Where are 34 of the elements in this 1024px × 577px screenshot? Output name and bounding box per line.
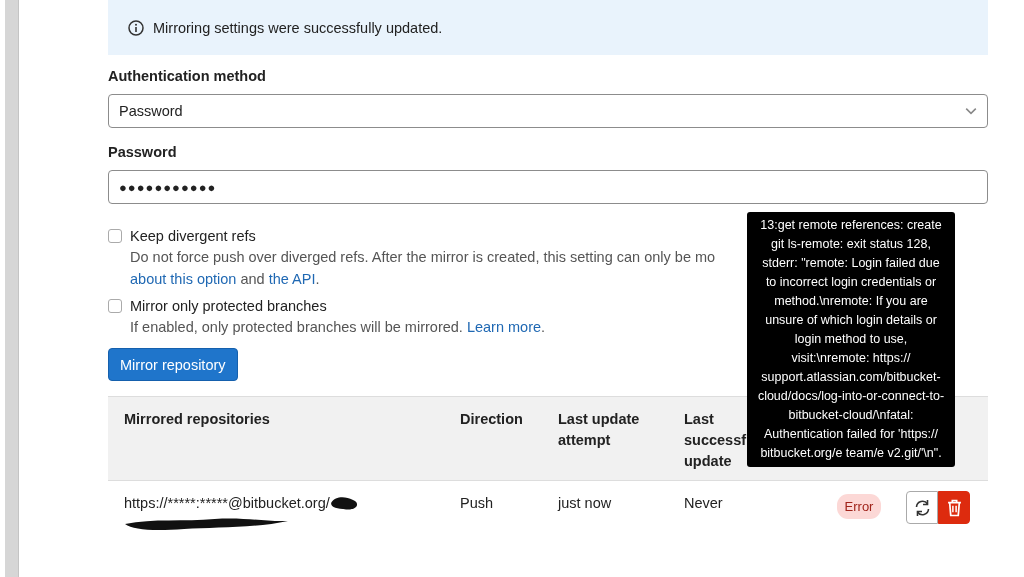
checkbox-label: Mirror only protected branches — [130, 297, 328, 316]
mirror-repository-button[interactable]: Mirror repository — [108, 348, 238, 381]
redaction-mark — [329, 495, 360, 512]
checkbox-label: Keep divergent refs — [130, 227, 257, 246]
chevron-down-icon — [965, 105, 977, 117]
link[interactable]: Learn more — [466, 319, 542, 335]
field-label: Authentication method — [108, 68, 267, 84]
field-label: Password — [108, 144, 178, 160]
sync-button[interactable] — [906, 491, 938, 524]
error-badge: Error — [836, 494, 882, 519]
link[interactable]: the API — [268, 271, 316, 287]
help-text: Do not force push over diverged refs. After the mirror is created, this setting can only be mo about this option and the API. — [130, 248, 716, 289]
trash-icon — [946, 498, 962, 517]
column-heading: Last — [684, 410, 714, 429]
table-cell-text: just now — [558, 494, 613, 513]
checkbox[interactable] — [108, 229, 122, 243]
column-heading: Direction — [460, 411, 523, 427]
table-cell-text: Push — [460, 494, 495, 513]
table-cell-text: Never — [684, 494, 724, 513]
error-tooltip: 13:get remote references: create git ls-remote: exit status 128, stderr: "remote: Login failed due to incorrect login credentials or method.\nremote: If you are unsure of which login details or login method to use, visit:\nremote: https://support.atlassian.com/bitbucket-cloud/docs/log-into-or-connect-to-bitbucket-cloud/\nfatal: Authentication failed for 'https://bitbucket.org/e team/e v2.git/'\n". — [747, 212, 955, 467]
column-heading: update — [684, 452, 732, 471]
info-icon — [128, 19, 144, 36]
help-text: If enabled, only protected branches will be mirrored. Learn more. — [130, 318, 546, 337]
delete-button[interactable] — [938, 491, 970, 524]
refresh-icon — [914, 498, 930, 517]
password-field[interactable]: ●●●●●●●●●●● — [108, 170, 988, 204]
link[interactable]: about this option — [130, 271, 237, 287]
column-heading: Mirrored repositories — [124, 411, 270, 427]
column-heading: successf — [684, 431, 747, 450]
table-cell-text: https://*****:*****@bitbucket.org/ — [124, 494, 330, 513]
alert-message: Mirroring settings were successfully updated. — [153, 19, 443, 36]
checkbox[interactable] — [108, 299, 122, 313]
column-heading: Last update attempt — [558, 410, 641, 450]
auth-method-dropdown[interactable]: Password — [108, 94, 988, 128]
